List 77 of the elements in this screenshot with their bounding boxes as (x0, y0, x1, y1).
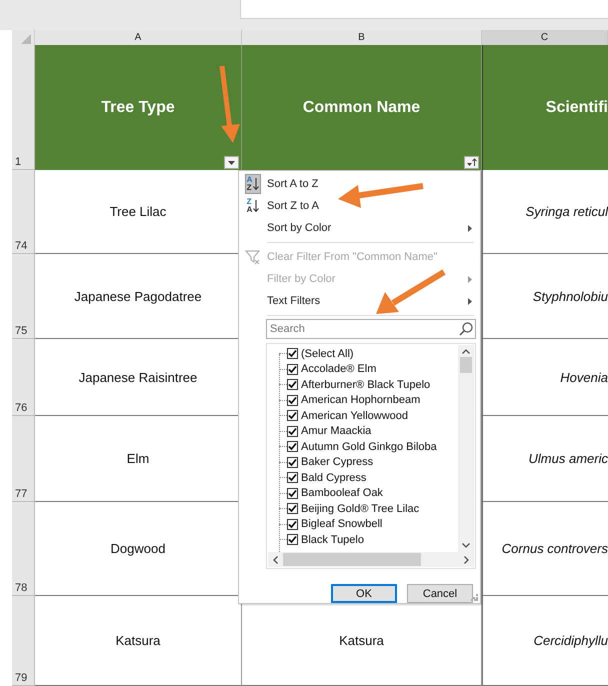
list-item-label[interactable]: Black Tupelo (301, 534, 364, 546)
row-number[interactable]: 79 (12, 596, 35, 686)
sort-caret-icon (466, 158, 476, 167)
table-cell: Styphnolobiu (532, 288, 608, 304)
row-number[interactable]: 75 (12, 254, 35, 339)
list-item-label[interactable]: (Select All) (301, 348, 354, 360)
dialog-button[interactable]: OK (331, 584, 397, 603)
checkbox[interactable] (287, 534, 298, 546)
vertical-scrollbar[interactable] (458, 345, 474, 552)
checkbox[interactable] (287, 456, 298, 468)
list-item-label[interactable]: Afterburner® Black Tupelo (301, 378, 430, 391)
table-cell: Cornus controvers (502, 541, 608, 556)
scroll-down-icon[interactable] (462, 543, 470, 548)
table-cell: Ulmus americ (528, 451, 608, 466)
dialog-button[interactable]: Cancel (407, 584, 473, 603)
clear-filter-icon (245, 250, 261, 264)
resize-grip-icon[interactable] (471, 594, 478, 601)
menu-item[interactable]: Text Filters (239, 290, 480, 312)
table-cell: Katsura (116, 633, 160, 648)
row-number[interactable]: 77 (12, 416, 35, 502)
list-item-label[interactable]: Amur Maackia (301, 425, 372, 438)
header-cell-text: Common Name (302, 98, 420, 116)
list-item-label[interactable]: Accolade® Elm (301, 363, 376, 376)
search-icon (459, 322, 473, 336)
list-item-label[interactable]: Baker Cypress (301, 456, 374, 468)
scroll-up-icon[interactable] (462, 349, 470, 354)
list-item-label[interactable]: Bambooleaf Oak (301, 487, 383, 500)
table-cell: Syringa reticul (526, 204, 608, 219)
header-cell-text: Scientifi (546, 98, 608, 116)
table-cell: Tree Lilac (110, 204, 166, 219)
list-item-label[interactable]: American Hophornbeam (301, 394, 420, 406)
checkbox[interactable] (287, 410, 298, 422)
row-number[interactable]: 78 (12, 502, 35, 596)
horizontal-scrollbar[interactable] (268, 552, 474, 567)
header-cell-text: Tree Type (101, 98, 175, 116)
list-item-label[interactable]: Bigleaf Snowbell (301, 518, 382, 530)
table-cell: Hovenia (560, 370, 608, 384)
checkbox[interactable] (287, 379, 298, 390)
triangle-icon (20, 33, 32, 45)
list-item-label[interactable]: Bald Cypress (301, 472, 366, 484)
filter-button[interactable] (224, 156, 239, 169)
checkbox[interactable] (287, 503, 298, 514)
checkbox[interactable] (287, 472, 298, 484)
menu-item[interactable]: A Z Sort A to Z (239, 173, 480, 195)
checkbox[interactable] (287, 441, 298, 452)
checkbox[interactable] (287, 488, 298, 499)
sort-icon: A Z (244, 174, 262, 194)
row-number[interactable]: 74 (12, 170, 35, 254)
table-cell: Elm (126, 451, 150, 466)
checkbox[interactable] (287, 364, 298, 375)
scroll-thumb[interactable] (460, 357, 472, 373)
table-cell: Cercidiphyllu (534, 633, 608, 648)
checkbox[interactable] (287, 348, 298, 360)
checkbox[interactable] (287, 426, 298, 437)
table-cell: Japanese Raisintree (78, 370, 198, 384)
scroll-right-icon[interactable] (464, 556, 469, 564)
table-cell: Japanese Pagodatree (74, 288, 202, 304)
checkbox[interactable] (287, 394, 298, 406)
table-cell: Dogwood (110, 541, 166, 556)
menu-item[interactable]: Sort by Color (239, 217, 480, 239)
caret-icon (228, 160, 235, 164)
submenu-arrow-icon (468, 276, 472, 283)
list-item-label[interactable]: American Yellowwood (301, 410, 408, 422)
table-cell: Katsura (339, 633, 384, 648)
filter-button[interactable] (464, 156, 479, 169)
list-item-label[interactable]: Beijing Gold® Tree Lilac (301, 502, 420, 515)
list-item-label[interactable]: Autumn Gold Ginkgo Biloba (301, 440, 437, 453)
row-number[interactable]: 76 (12, 339, 35, 416)
checkbox[interactable] (287, 518, 298, 530)
annotation-arrow (376, 269, 446, 314)
submenu-arrow-icon (468, 225, 472, 232)
scroll-thumb[interactable] (283, 553, 421, 566)
submenu-arrow-icon (468, 298, 472, 305)
menu-item[interactable]: Z A Sort Z to A (239, 195, 480, 217)
scroll-left-icon[interactable] (273, 556, 278, 564)
row-number[interactable]: 1 (12, 45, 35, 170)
search-field[interactable]: Search (266, 319, 476, 339)
